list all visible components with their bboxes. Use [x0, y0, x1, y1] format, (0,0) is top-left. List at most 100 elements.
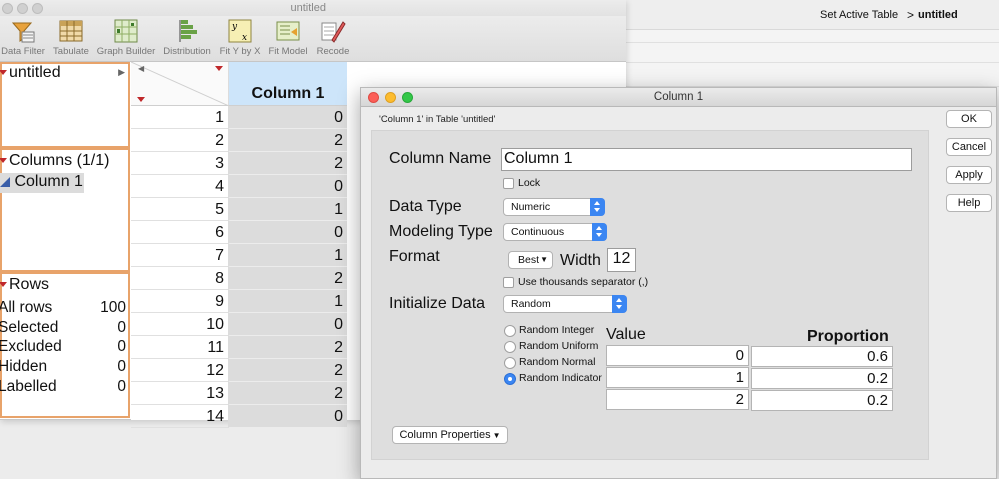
proportion-cell[interactable]: 0.2 — [751, 390, 893, 411]
ok-button[interactable]: OK — [946, 110, 992, 128]
format-select[interactable]: Best ▼ — [508, 251, 553, 269]
cancel-button[interactable]: Cancel — [946, 138, 992, 156]
row-number[interactable]: 4 — [131, 175, 229, 198]
toolbar-label: Distribution — [163, 46, 211, 57]
help-button[interactable]: Help — [946, 194, 992, 212]
red-triangle-menu-icon[interactable] — [0, 70, 7, 76]
row-number[interactable]: 10 — [131, 313, 229, 336]
width-field[interactable]: 12 — [607, 248, 636, 272]
apply-button[interactable]: Apply — [946, 166, 992, 184]
random-uniform-radio[interactable] — [504, 341, 516, 353]
row-number[interactable]: 8 — [131, 267, 229, 290]
table-cell[interactable]: 0 — [229, 405, 347, 428]
random-indicator-radio[interactable] — [504, 373, 516, 385]
fit-y-by-x-button[interactable]: y x Fit Y by X — [217, 18, 263, 57]
tabulate-button[interactable]: Tabulate — [50, 18, 92, 57]
value-cell[interactable]: 2 — [606, 389, 749, 410]
table-cell[interactable]: 0 — [229, 106, 347, 129]
column-header[interactable]: Column 1 — [229, 62, 347, 106]
tabulate-icon — [59, 20, 83, 42]
continuous-column-icon — [0, 177, 10, 187]
rows-header-label: Rows — [9, 276, 50, 293]
row-number[interactable]: 2 — [131, 129, 229, 152]
recode-icon — [321, 21, 346, 43]
data-filter-button[interactable]: Data Filter — [0, 18, 46, 57]
row-number[interactable]: 13 — [131, 382, 229, 405]
modeling-type-select[interactable]: Continuous — [503, 223, 607, 241]
rows-summary-item: Excluded 0 — [0, 338, 126, 356]
toolbar-label: Recode — [316, 46, 350, 57]
data-filter-icon — [11, 22, 35, 43]
table-cell[interactable]: 0 — [229, 221, 347, 244]
stepper-icon — [592, 223, 607, 241]
toolbar: Data Filter Tabulate Graph Builder Distr… — [0, 16, 626, 62]
data-type-select[interactable]: Numeric — [503, 198, 605, 216]
graph-builder-button[interactable]: Graph Builder — [95, 18, 157, 57]
row-number[interactable]: 14 — [131, 405, 229, 428]
grid-corner[interactable]: ◀ — [131, 62, 229, 106]
value-cell[interactable]: 1 — [606, 367, 749, 388]
random-integer-radio[interactable] — [504, 325, 516, 337]
dialog-title-bar: Column 1 — [361, 88, 996, 107]
red-triangle-menu-icon[interactable] — [215, 66, 223, 71]
dialog-subheader: 'Column 1' in Table 'untitled' — [379, 114, 496, 125]
value-cell[interactable]: 0 — [606, 345, 749, 366]
row-number[interactable]: 7 — [131, 244, 229, 267]
row-number[interactable]: 3 — [131, 152, 229, 175]
distribution-button[interactable]: Distribution — [161, 18, 213, 57]
table-cell[interactable]: 1 — [229, 290, 347, 313]
red-triangle-menu-icon[interactable] — [0, 158, 7, 164]
recode-button[interactable]: Recode — [314, 18, 352, 57]
stepper-icon — [612, 295, 627, 313]
table-cell[interactable]: 2 — [229, 359, 347, 382]
table-cell[interactable]: 2 — [229, 382, 347, 405]
value-column-header: Value — [606, 326, 646, 343]
active-table-name[interactable]: untitled — [918, 9, 958, 21]
table-cell[interactable]: 2 — [229, 336, 347, 359]
thousands-separator-checkbox[interactable] — [503, 277, 514, 288]
fit-model-button[interactable]: Fit Model — [266, 18, 310, 57]
proportion-cell[interactable]: 0.2 — [751, 368, 893, 389]
table-cell[interactable]: 0 — [229, 313, 347, 336]
table-cell[interactable]: 0 — [229, 175, 347, 198]
column-properties-button[interactable]: Column Properties ▼ — [392, 426, 508, 444]
table-cell[interactable]: 1 — [229, 198, 347, 221]
stepper-icon — [590, 198, 605, 216]
red-triangle-menu-icon[interactable] — [137, 97, 145, 102]
initialize-data-value: Random — [511, 298, 551, 310]
column-list-item[interactable]: Column 1 — [0, 173, 84, 193]
random-integer-label: Random Integer — [519, 324, 595, 336]
random-normal-label: Random Normal — [519, 356, 596, 368]
row-number[interactable]: 1 — [131, 106, 229, 129]
row-number[interactable]: 9 — [131, 290, 229, 313]
red-triangle-menu-icon[interactable] — [0, 282, 7, 288]
table-cell[interactable]: 2 — [229, 267, 347, 290]
window-title: untitled — [290, 2, 326, 14]
scroll-left-icon[interactable]: ◀ — [138, 64, 144, 73]
lock-checkbox[interactable] — [503, 178, 514, 189]
fit-model-icon — [276, 21, 300, 41]
table-cell[interactable]: 2 — [229, 129, 347, 152]
row-number[interactable]: 6 — [131, 221, 229, 244]
initialize-data-select[interactable]: Random — [503, 295, 627, 313]
format-label: Format — [389, 248, 440, 265]
row-number[interactable]: 5 — [131, 198, 229, 221]
distribution-icon — [179, 20, 197, 42]
table-panel-header[interactable]: untitled — [0, 64, 61, 84]
table-cell[interactable]: 2 — [229, 152, 347, 175]
data-type-value: Numeric — [511, 201, 551, 213]
active-table-bar: Set Active Table > untitled — [626, 0, 999, 30]
toolbar-label: Fit Y by X — [219, 46, 261, 57]
proportion-cell[interactable]: 0.6 — [751, 346, 893, 367]
disclosure-arrow-icon[interactable]: ▶ — [118, 67, 125, 78]
column-name-field[interactable]: Column 1 — [501, 148, 912, 171]
chevron-right-icon[interactable]: > — [907, 8, 914, 22]
columns-panel-header[interactable]: Columns (1/1) — [0, 152, 109, 172]
rows-panel-header[interactable]: Rows — [0, 276, 49, 296]
table-cell[interactable]: 1 — [229, 244, 347, 267]
toolbar-label: Tabulate — [53, 46, 89, 57]
row-number[interactable]: 11 — [131, 336, 229, 359]
random-normal-radio[interactable] — [504, 357, 516, 369]
fit-y-by-x-icon: y x — [228, 19, 252, 43]
row-number[interactable]: 12 — [131, 359, 229, 382]
